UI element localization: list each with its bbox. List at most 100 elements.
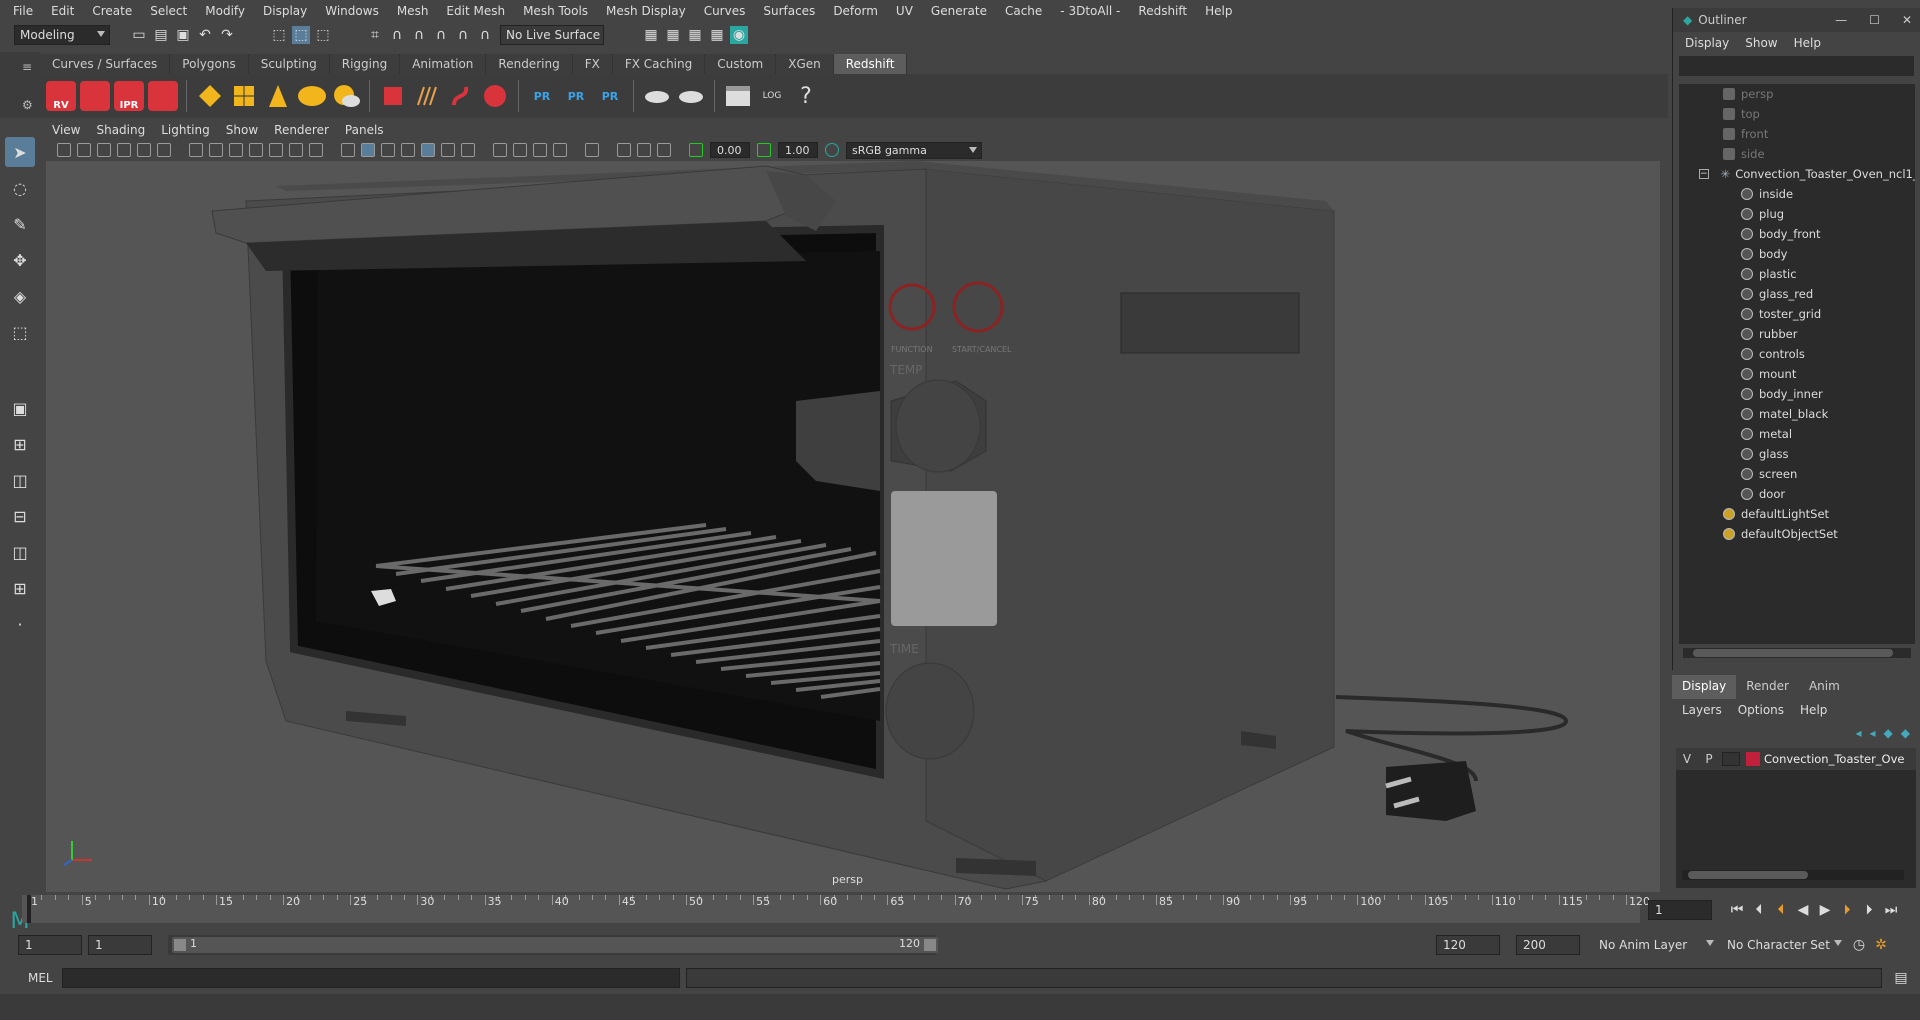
snap-view-icon[interactable]: ∩ <box>432 26 450 44</box>
perspective-viewport[interactable]: FUNCTION START/CANCEL TEMP TIME persp <box>46 161 1660 892</box>
render-view-icon[interactable]: ▦ <box>642 26 660 44</box>
maximize-icon[interactable]: ☐ <box>1869 13 1880 27</box>
rs-sun-light-icon[interactable] <box>331 81 361 111</box>
outliner-menu-show[interactable]: Show <box>1745 36 1777 50</box>
new-layer-icon[interactable]: ◆ <box>1884 726 1893 740</box>
mode-selector[interactable]: Modeling <box>14 25 110 45</box>
play-forwards-icon[interactable]: ▶ <box>1816 901 1834 919</box>
gamma-field[interactable]: 1.00 <box>778 142 818 158</box>
rs-log-icon[interactable]: LOG <box>757 81 787 111</box>
move-tool-icon[interactable]: ✥ <box>5 245 35 275</box>
outliner-item-side[interactable]: side <box>1679 144 1915 164</box>
film-gate-icon[interactable] <box>209 143 223 157</box>
step-forward-key-icon[interactable]: ⏵ <box>1838 901 1856 919</box>
outliner-item-mount[interactable]: mount <box>1679 364 1915 384</box>
outliner-item-toster-grid[interactable]: toster_grid <box>1679 304 1915 324</box>
outliner-item-persp[interactable]: persp <box>1679 84 1915 104</box>
outliner-item-screen[interactable]: screen <box>1679 464 1915 484</box>
smooth-shade-icon[interactable] <box>361 143 375 157</box>
close-icon[interactable]: ✕ <box>1902 13 1912 27</box>
exposure-icon[interactable] <box>689 143 703 157</box>
tab-fx[interactable]: FX <box>572 54 613 74</box>
menu-surfaces[interactable]: Surfaces <box>754 4 824 18</box>
snap-point-icon[interactable]: ∩ <box>410 26 428 44</box>
vp-menu-panels[interactable]: Panels <box>337 123 392 137</box>
layer-menu-options[interactable]: Options <box>1738 703 1784 717</box>
menu-redshift[interactable]: Redshift <box>1129 4 1196 18</box>
menu-display[interactable]: Display <box>254 4 316 18</box>
view-transform-select[interactable]: sRGB gamma <box>846 141 982 159</box>
tab-sculpting[interactable]: Sculpting <box>248 54 330 74</box>
menu-generate[interactable]: Generate <box>922 4 996 18</box>
lasso-tool-icon[interactable]: ◌ <box>5 173 35 203</box>
character-set-select[interactable]: No Character Set <box>1722 935 1846 955</box>
outliner-item-glass-red[interactable]: glass_red <box>1679 284 1915 304</box>
rs-proxy-icon[interactable] <box>378 81 408 111</box>
menu-mesh[interactable]: Mesh <box>388 4 438 18</box>
menu-mesh-tools[interactable]: Mesh Tools <box>514 4 597 18</box>
xray-active-icon[interactable] <box>637 143 651 157</box>
shelf-gear-icon[interactable]: ⚙ <box>22 98 40 112</box>
shade-options-icon[interactable] <box>381 143 395 157</box>
layout-more-icon[interactable]: · <box>5 609 35 639</box>
undo-icon[interactable]: ↶ <box>196 26 214 44</box>
range-start-handle[interactable] <box>174 939 186 951</box>
persp-graph-layout-icon[interactable]: ◫ <box>5 537 35 567</box>
snap-grid-icon[interactable]: ⌗ <box>366 26 384 44</box>
scale-tool-icon[interactable]: ⬚ <box>5 317 35 347</box>
shadows-icon[interactable] <box>461 143 475 157</box>
rs-light-icon[interactable] <box>195 81 225 111</box>
layer-tab-anim[interactable]: Anim <box>1799 675 1850 699</box>
tab-rendering[interactable]: Rendering <box>486 54 573 74</box>
auto-key-icon[interactable]: ◷ <box>1850 936 1868 954</box>
outliner-item-top[interactable]: top <box>1679 104 1915 124</box>
snap-curve-icon[interactable]: ∩ <box>388 26 406 44</box>
menu-help[interactable]: Help <box>1196 4 1241 18</box>
paint-select-icon[interactable]: ✎ <box>5 209 35 239</box>
four-view-layout-icon[interactable]: ⊞ <box>5 429 35 459</box>
tab-animation[interactable]: Animation <box>400 54 487 74</box>
wireframe-on-shaded-icon[interactable] <box>401 143 415 157</box>
minimize-icon[interactable]: — <box>1835 13 1847 27</box>
gamma-icon[interactable] <box>757 143 771 157</box>
step-back-key-icon[interactable]: ⏴ <box>1772 901 1790 919</box>
new-scene-icon[interactable]: ▭ <box>130 26 148 44</box>
outliner-item-plastic[interactable]: plastic <box>1679 264 1915 284</box>
rs-pr-icon-3[interactable]: PR <box>595 81 625 111</box>
persp-outliner-layout-icon[interactable]: ⊟ <box>5 501 35 531</box>
rs-sphere-icon[interactable] <box>480 81 510 111</box>
menu-cache[interactable]: Cache <box>996 4 1051 18</box>
color-management-icon[interactable] <box>825 143 839 157</box>
menu-modify[interactable]: Modify <box>196 4 254 18</box>
script-language-label[interactable]: MEL <box>28 971 62 985</box>
layer-tab-render[interactable]: Render <box>1736 675 1799 699</box>
anim-prefs-icon[interactable]: ✲ <box>1872 936 1890 954</box>
menu-edit-mesh[interactable]: Edit Mesh <box>437 4 514 18</box>
scrollbar-thumb[interactable] <box>1688 871 1808 879</box>
collapse-icon[interactable]: − <box>1699 169 1709 179</box>
rs-bowl-icon-1[interactable] <box>642 81 672 111</box>
menu-mesh-display[interactable]: Mesh Display <box>597 4 695 18</box>
rs-script-editor-icon[interactable] <box>723 81 753 111</box>
range-slider-bar-fill[interactable]: 1 120 <box>172 937 938 953</box>
vp-menu-shading[interactable]: Shading <box>88 123 153 137</box>
vp-menu-view[interactable]: View <box>44 123 88 137</box>
rs-render-button[interactable] <box>80 81 110 111</box>
rs-render-options-button[interactable] <box>148 81 178 111</box>
outliner-item-plug[interactable]: plug <box>1679 204 1915 224</box>
layer-hscrollbar[interactable] <box>1682 870 1904 880</box>
layer-menu-layers[interactable]: Layers <box>1682 703 1722 717</box>
play-backwards-icon[interactable]: ◀ <box>1794 901 1812 919</box>
outliner-item-group[interactable]: − ✳ Convection_Toaster_Oven_ncl1_1 <box>1679 164 1915 184</box>
hypershade-layout-icon[interactable]: ⊞ <box>5 573 35 603</box>
tab-custom[interactable]: Custom <box>705 54 777 74</box>
vp-menu-lighting[interactable]: Lighting <box>153 123 218 137</box>
layer-color-swatch[interactable] <box>1746 752 1760 766</box>
vp-menu-show[interactable]: Show <box>218 123 266 137</box>
snap-surface-icon[interactable]: ∩ <box>454 26 472 44</box>
select-tool-icon[interactable]: ➤ <box>5 137 35 167</box>
menu-deform[interactable]: Deform <box>824 4 887 18</box>
image-plane-icon[interactable] <box>117 143 131 157</box>
menu-windows[interactable]: Windows <box>316 4 388 18</box>
use-lights-icon[interactable] <box>441 143 455 157</box>
